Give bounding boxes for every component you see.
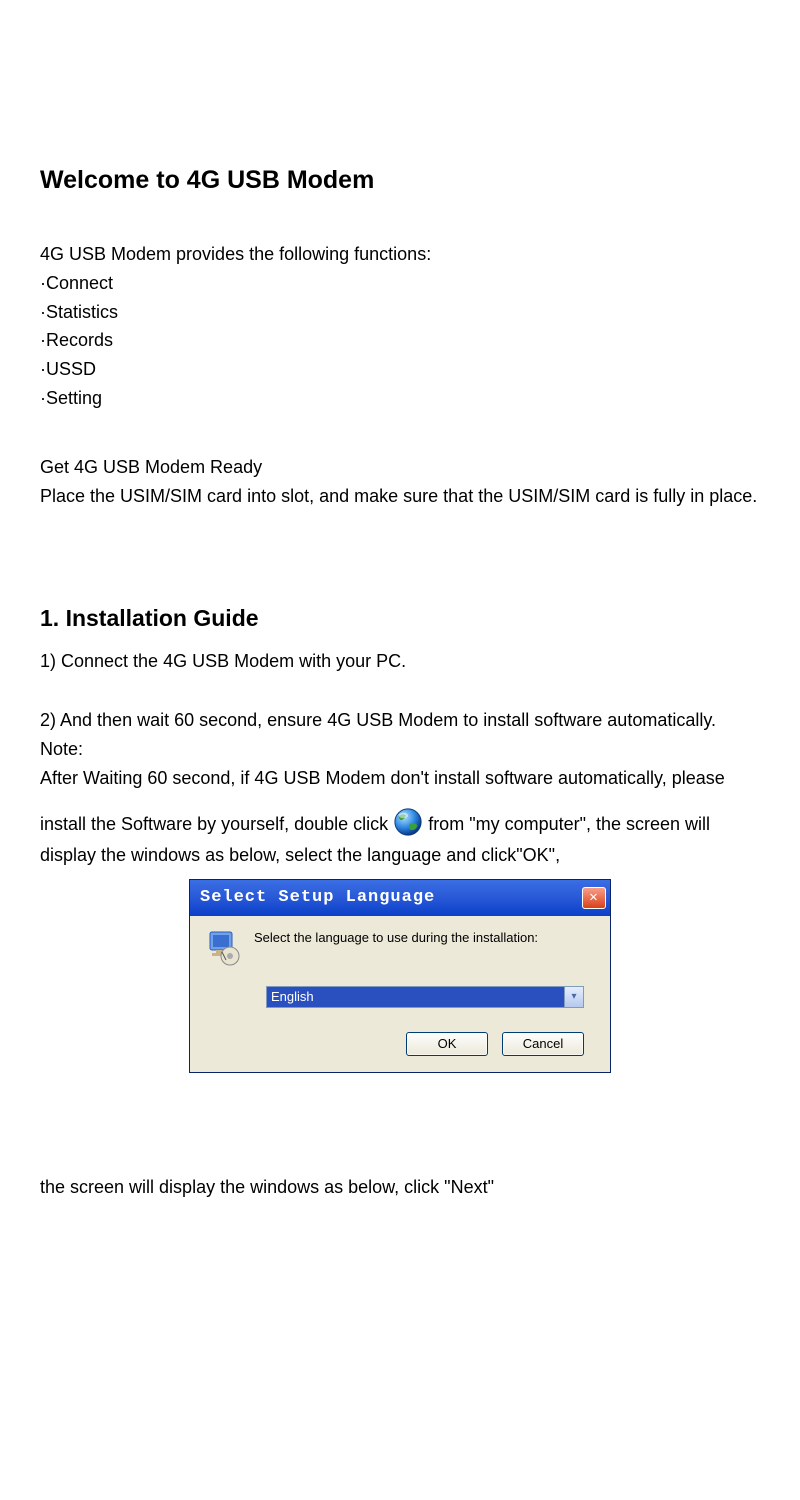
after-dialog-text: the screen will display the windows as b… bbox=[40, 1173, 760, 1202]
install-heading: 1. Installation Guide bbox=[40, 600, 760, 637]
chevron-down-icon[interactable]: ▾ bbox=[564, 987, 583, 1007]
function-item: ·Statistics bbox=[40, 298, 760, 327]
dialog-prompt: Select the language to use during the in… bbox=[254, 930, 538, 947]
language-dialog: Select Setup Language ✕ Select the langu… bbox=[189, 879, 611, 1072]
close-icon[interactable]: ✕ bbox=[582, 887, 606, 909]
note-text-a: After Waiting 60 second, if 4G USB Modem… bbox=[40, 764, 760, 793]
ok-button[interactable]: OK bbox=[406, 1032, 488, 1056]
step-2: 2) And then wait 60 second, ensure 4G US… bbox=[40, 706, 760, 735]
ready-text: Place the USIM/SIM card into slot, and m… bbox=[40, 482, 760, 511]
page-title: Welcome to 4G USB Modem bbox=[40, 160, 760, 200]
note-text-b-pre: install the Software by yourself, double… bbox=[40, 814, 393, 834]
dialog-titlebar: Select Setup Language ✕ bbox=[190, 880, 610, 915]
dialog-title: Select Setup Language bbox=[200, 884, 435, 911]
function-item: ·Setting bbox=[40, 384, 760, 413]
language-selected: English bbox=[266, 986, 584, 1008]
function-item: ·Records bbox=[40, 326, 760, 355]
cancel-button[interactable]: Cancel bbox=[502, 1032, 584, 1056]
step-1: 1) Connect the 4G USB Modem with your PC… bbox=[40, 647, 760, 676]
language-select[interactable]: English ▾ bbox=[266, 986, 584, 1008]
ready-heading: Get 4G USB Modem Ready bbox=[40, 453, 760, 482]
setup-icon bbox=[206, 930, 242, 966]
note-label: Note: bbox=[40, 735, 760, 764]
intro-text: 4G USB Modem provides the following func… bbox=[40, 240, 760, 269]
function-item: ·USSD bbox=[40, 355, 760, 384]
globe-icon bbox=[393, 807, 423, 837]
function-item: ·Connect bbox=[40, 269, 760, 298]
